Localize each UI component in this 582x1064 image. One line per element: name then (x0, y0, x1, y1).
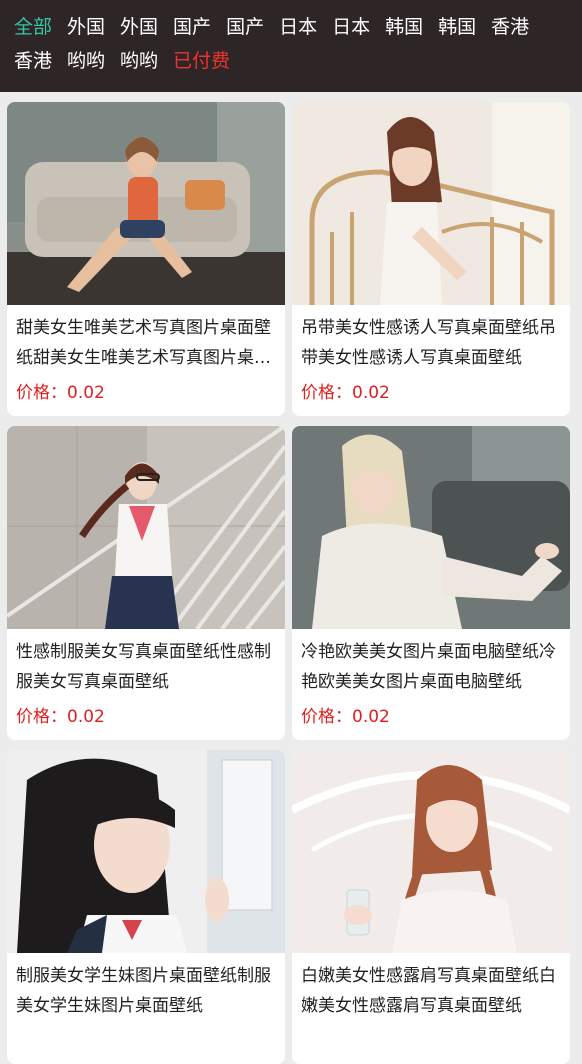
tab-hongkong[interactable]: 香港 (491, 10, 529, 44)
wallpaper-card[interactable]: 甜美女生唯美艺术写真图片桌面壁纸甜美女生唯美艺术写真图片桌面壁纸 价格：0.02 (7, 102, 285, 416)
wallpaper-card[interactable]: 白嫩美女性感露肩写真桌面壁纸白嫩美女性感露肩写真桌面壁纸 (292, 750, 570, 1064)
wallpaper-price: 价格：0.02 (301, 707, 390, 727)
wallpaper-thumbnail[interactable] (7, 426, 285, 629)
wallpaper-title: 制服美女学生妹图片桌面壁纸制服美女学生妹图片桌面壁纸 (16, 966, 271, 1016)
tab-yoyo[interactable]: 哟哟 (67, 44, 105, 78)
tab-all[interactable]: 全部 (14, 10, 52, 44)
tab-japan[interactable]: 日本 (279, 10, 317, 44)
wallpaper-title: 冷艳欧美美女图片桌面电脑壁纸冷艳欧美美女图片桌面电脑壁纸 (301, 642, 556, 692)
category-tab-bar: 全部 外国 外国 国产 国产 日本 日本 韩国 韩国 香港 香港 哟哟 哟哟 已… (0, 0, 582, 92)
tab-yoyo-2[interactable]: 哟哟 (120, 44, 158, 78)
category-tabs: 全部 外国 外国 国产 国产 日本 日本 韩国 韩国 香港 香港 哟哟 哟哟 已… (14, 10, 582, 78)
wallpaper-price: 价格：0.02 (16, 383, 105, 403)
wallpaper-card[interactable]: 吊带美女性感诱人写真桌面壁纸吊带美女性感诱人写真桌面壁纸 价格：0.02 (292, 102, 570, 416)
tab-japan-2[interactable]: 日本 (332, 10, 370, 44)
wallpaper-grid: 甜美女生唯美艺术写真图片桌面壁纸甜美女生唯美艺术写真图片桌面壁纸 价格：0.02… (7, 102, 575, 1064)
wallpaper-thumbnail[interactable] (292, 750, 570, 953)
wallpaper-price: 价格：0.02 (301, 383, 390, 403)
tab-domestic[interactable]: 国产 (173, 10, 211, 44)
wallpaper-title: 性感制服美女写真桌面壁纸性感制服美女写真桌面壁纸 (16, 642, 271, 692)
wallpaper-card[interactable]: 性感制服美女写真桌面壁纸性感制服美女写真桌面壁纸 价格：0.02 (7, 426, 285, 740)
wallpaper-price: 价格：0.02 (16, 707, 105, 727)
wallpaper-thumbnail[interactable] (7, 102, 285, 305)
tab-hongkong-2[interactable]: 香港 (14, 44, 52, 78)
wallpaper-title: 吊带美女性感诱人写真桌面壁纸吊带美女性感诱人写真桌面壁纸 (301, 318, 556, 368)
wallpaper-card[interactable]: 冷艳欧美美女图片桌面电脑壁纸冷艳欧美美女图片桌面电脑壁纸 价格：0.02 (292, 426, 570, 740)
wallpaper-thumbnail[interactable] (292, 426, 570, 629)
tab-paid[interactable]: 已付费 (173, 44, 230, 78)
tab-foreign-2[interactable]: 外国 (120, 10, 158, 44)
tab-foreign[interactable]: 外国 (67, 10, 105, 44)
tab-domestic-2[interactable]: 国产 (226, 10, 264, 44)
tab-korea[interactable]: 韩国 (385, 10, 423, 44)
wallpaper-thumbnail[interactable] (7, 750, 285, 953)
wallpaper-title: 白嫩美女性感露肩写真桌面壁纸白嫩美女性感露肩写真桌面壁纸 (301, 966, 556, 1016)
wallpaper-title: 甜美女生唯美艺术写真图片桌面壁纸甜美女生唯美艺术写真图片桌面壁纸 (16, 318, 271, 368)
wallpaper-card[interactable]: 制服美女学生妹图片桌面壁纸制服美女学生妹图片桌面壁纸 (7, 750, 285, 1064)
tab-korea-2[interactable]: 韩国 (438, 10, 476, 44)
wallpaper-thumbnail[interactable] (292, 102, 570, 305)
